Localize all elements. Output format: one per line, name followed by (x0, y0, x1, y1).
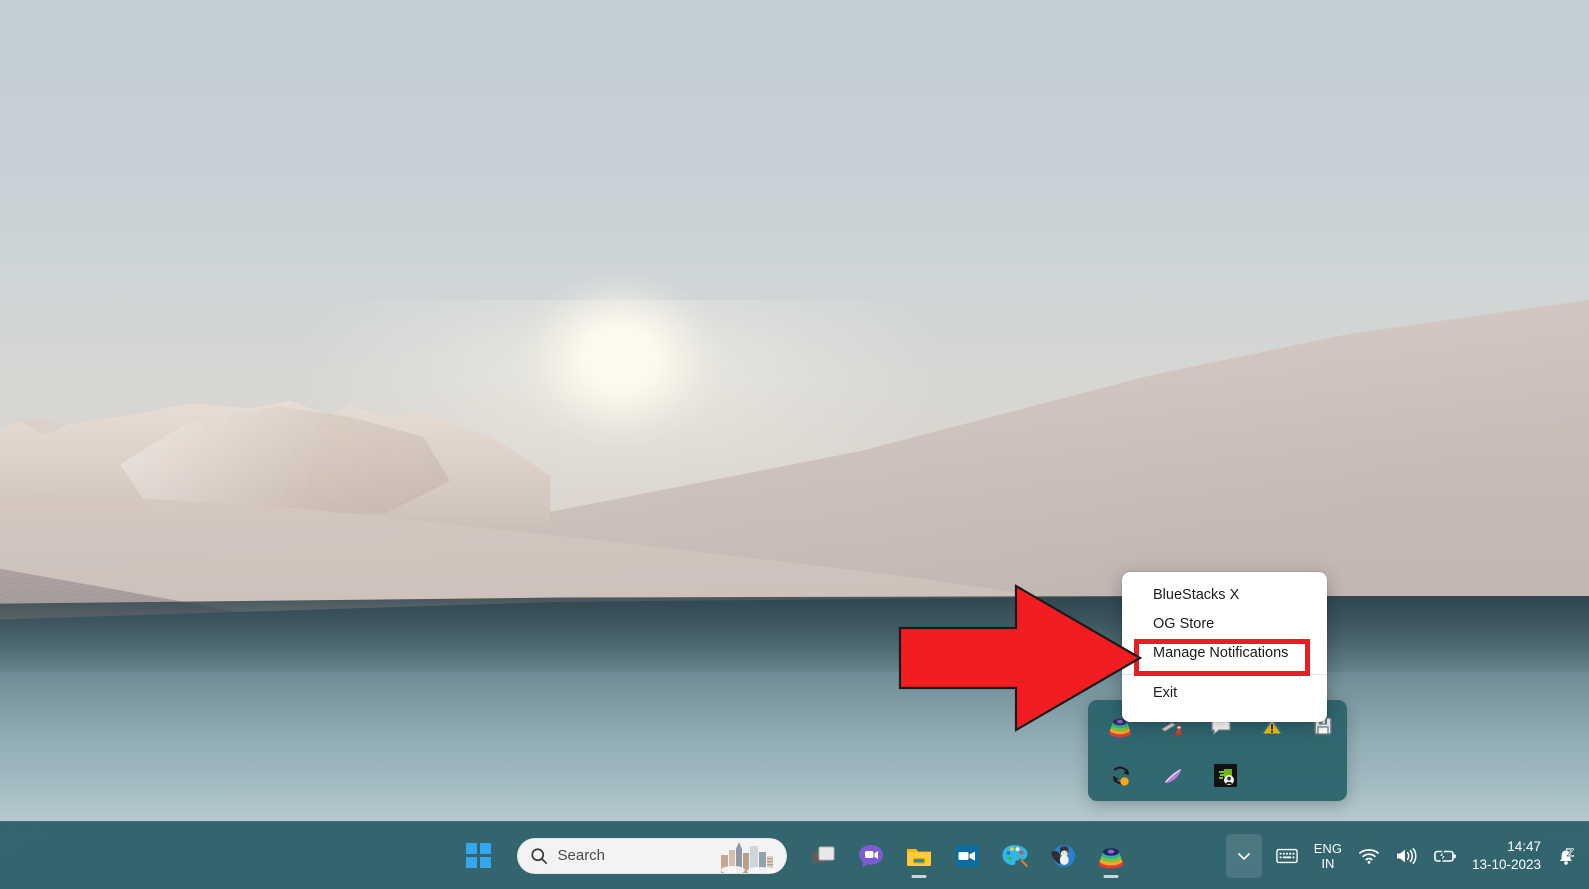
menu-item-exit[interactable]: Exit (1122, 679, 1327, 708)
language-indicator[interactable]: ENG IN (1306, 834, 1350, 878)
desktop-screen: BlueStacks X OG Store Manage Notificatio… (0, 0, 1589, 889)
taskbar-app-outlook[interactable] (943, 832, 991, 880)
search-placeholder: Search (557, 847, 606, 864)
language-line1: ENG (1313, 840, 1342, 856)
menu-item-manage-notifications[interactable]: Manage Notifications (1122, 639, 1327, 668)
menu-separator (1122, 674, 1327, 675)
system-tray: ENG IN 14:47 13-10-2023 (1225, 822, 1581, 889)
tray-icon-feather-pen[interactable] (1148, 754, 1198, 798)
taskbar-app-bluestacks[interactable] (1087, 832, 1135, 880)
menu-item-bluestacks-x[interactable]: BlueStacks X (1122, 581, 1327, 610)
start-button[interactable] (455, 832, 503, 880)
clock-button[interactable]: 14:47 13-10-2023 (1464, 833, 1551, 879)
cityscape-thumbnail (718, 838, 781, 873)
network-button[interactable] (1350, 834, 1388, 878)
bluestacks-tray-context-menu[interactable]: BlueStacks X OG Store Manage Notificatio… (1122, 572, 1327, 722)
wallpaper-water-deep (0, 596, 1589, 672)
menu-item-og-store[interactable]: OG Store (1122, 610, 1327, 639)
bell-dnd-icon (1555, 845, 1577, 867)
battery-charging-icon (1432, 847, 1458, 865)
taskbar-app-chat[interactable] (847, 832, 895, 880)
taskbar-app-task-view[interactable] (799, 832, 847, 880)
search-icon (530, 847, 548, 865)
tray-icon-green-app[interactable] (1200, 754, 1250, 798)
taskbar-center-group: Search (455, 832, 1135, 880)
tray-icon-sync-refresh[interactable] (1096, 754, 1146, 798)
taskbar-app-batman-game[interactable] (1039, 832, 1087, 880)
battery-button[interactable] (1426, 834, 1464, 878)
running-indicator (1103, 874, 1118, 878)
windows-logo-icon (466, 843, 491, 868)
touch-keyboard-button[interactable] (1268, 834, 1306, 878)
taskbar-app-paint[interactable] (991, 832, 1039, 880)
search-input[interactable]: Search (516, 837, 787, 874)
speaker-icon (1395, 847, 1419, 865)
red-right-arrow-icon (898, 584, 1142, 732)
taskbar-app-file-explorer[interactable] (895, 832, 943, 880)
clock-time: 14:47 (1507, 838, 1541, 854)
hidden-icons-row-2 (1088, 751, 1347, 801)
taskbar: Search ENG IN 14:47 13-10-2023 (0, 821, 1589, 889)
running-indicator (911, 874, 926, 878)
volume-button[interactable] (1388, 834, 1426, 878)
clock-date: 13-10-2023 (1471, 856, 1541, 872)
language-line2: IN (1321, 855, 1335, 871)
notifications-button[interactable] (1551, 834, 1581, 878)
keyboard-ime-icon (1275, 847, 1298, 865)
chevron-down-icon (1236, 848, 1252, 864)
wifi-icon (1358, 847, 1380, 865)
desktop-wallpaper (0, 0, 1589, 889)
show-hidden-icons-button[interactable] (1225, 833, 1262, 878)
